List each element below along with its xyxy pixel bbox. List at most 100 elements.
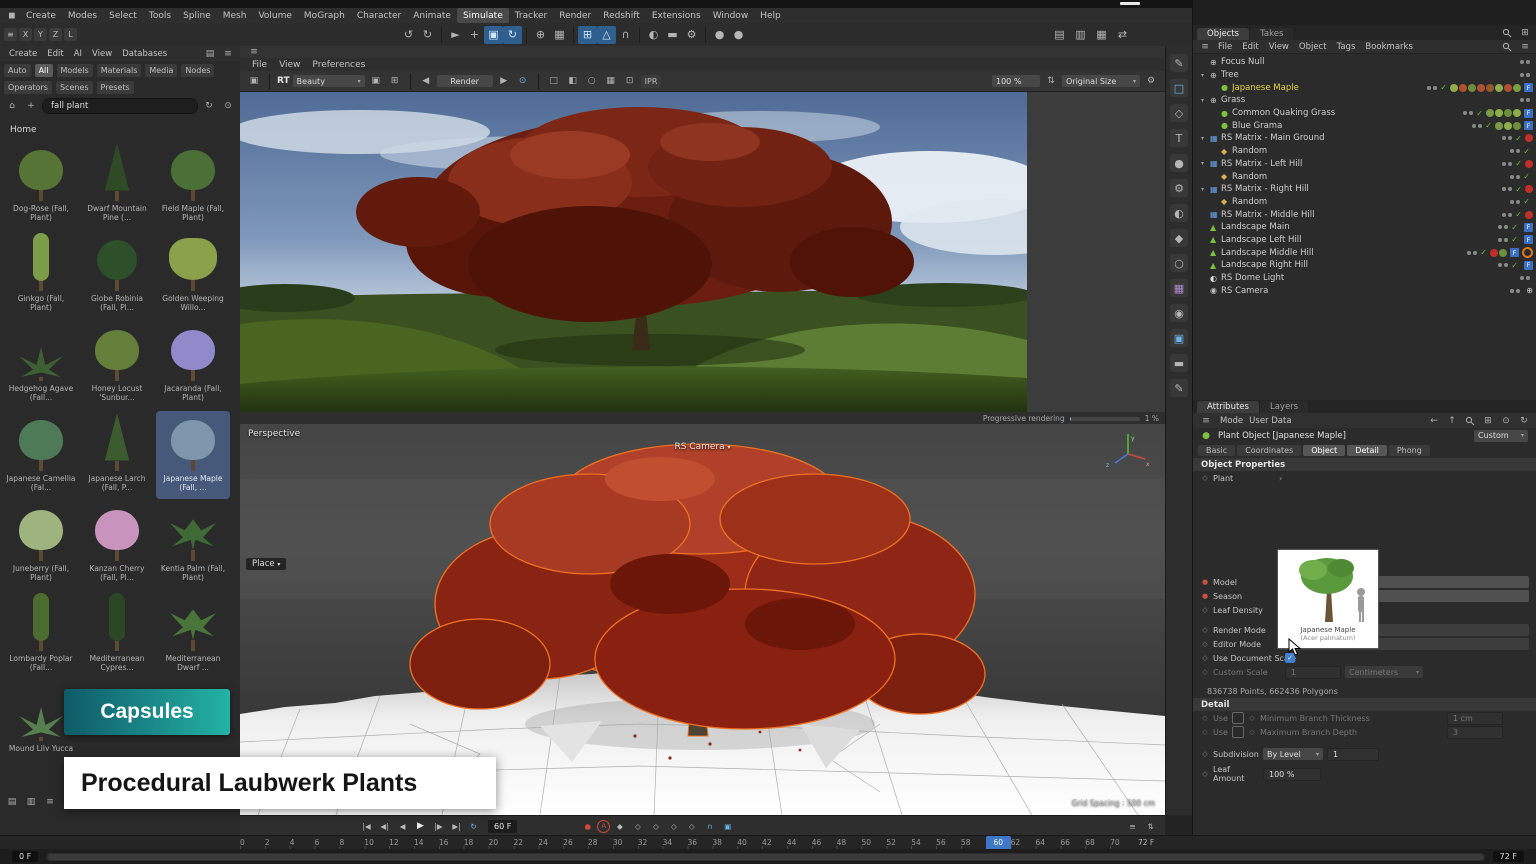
visibility-dots[interactable] — [1502, 136, 1512, 140]
object-tree-row[interactable]: ◆ Random ✓ F ⊕ — [1193, 196, 1536, 209]
field-tag-icon[interactable]: F — [1510, 248, 1519, 257]
object-tree-row[interactable]: ▾ ▦ RS Matrix - Left Hill ✓ F ⊕ — [1193, 158, 1536, 171]
menubar-item[interactable]: Create — [20, 8, 62, 23]
asset-tile[interactable]: Dog-Rose (Fall, Plant) — [4, 141, 78, 229]
snapshot-icon[interactable]: ○ — [584, 74, 600, 89]
prev-frame-icon[interactable]: ◀ — [394, 819, 411, 834]
frame-tick-label[interactable]: 10 — [364, 836, 389, 850]
objects-menu-item[interactable]: Edit — [1237, 39, 1263, 54]
breadcrumb[interactable]: Home — [0, 117, 240, 137]
frame-tick-label[interactable]: 70 — [1110, 836, 1135, 850]
next-frame-icon[interactable]: |▶ — [430, 819, 447, 834]
asset-tile[interactable]: Ginkgo (Fall, Plant) — [4, 231, 78, 319]
spline-pen-icon[interactable]: ✎ — [1170, 54, 1188, 72]
object-tree-row[interactable]: ◆ Random ✓ F ⊕ — [1193, 145, 1536, 158]
scale-record-icon[interactable]: ◇ — [647, 819, 664, 834]
tablet-pen-icon[interactable]: ✎ — [1170, 379, 1188, 397]
menubar-item[interactable]: Character — [351, 8, 407, 23]
field-icon[interactable]: ◐ — [1170, 204, 1188, 222]
position-record-icon[interactable]: ◇ — [629, 819, 646, 834]
deformer-icon[interactable]: ◆ — [1170, 229, 1188, 247]
asset-tile[interactable]: Kanzan Cherry (Fall, Pl... — [80, 501, 154, 589]
asset-menu-item[interactable]: Create — [4, 46, 42, 61]
object-tree-row[interactable]: ▾ ⊕ Grass ✓ F ⊕ — [1193, 94, 1536, 107]
menubar-item[interactable]: Help — [754, 8, 787, 23]
menubar-item[interactable]: Window — [707, 8, 755, 23]
camera-target-icon[interactable]: ⊕ — [1526, 286, 1533, 295]
frame-tick-label[interactable]: 44 — [787, 836, 812, 850]
object-tree-row[interactable]: ● Japanese Maple ✓ F ⊕ — [1193, 81, 1536, 94]
visibility-dots[interactable] — [1502, 187, 1512, 191]
workplane-icon[interactable]: ▦ — [550, 26, 569, 44]
frame-tick-label[interactable]: 38 — [712, 836, 737, 850]
menubar-item[interactable]: Animate — [407, 8, 457, 23]
objects-menu-item[interactable]: Object — [1294, 39, 1332, 54]
save-image-icon[interactable]: ▣ — [246, 74, 262, 89]
asset-tile[interactable]: Globe Robinia (Fall, Pl... — [80, 231, 154, 319]
enabled-check-icon[interactable]: ✓ — [1476, 109, 1483, 118]
footer-menu-icon[interactable]: ≡ — [42, 794, 58, 809]
frame-tick-label[interactable]: 24 — [538, 836, 563, 850]
next-snapshot-icon[interactable]: ▶ — [496, 74, 512, 89]
render-settings-icon[interactable]: ⚙ — [682, 26, 701, 44]
add-icon[interactable]: + — [23, 99, 39, 114]
frame-tick-label[interactable]: 34 — [663, 836, 688, 850]
frame-tick-label[interactable]: 36 — [687, 836, 712, 850]
object-tree-row[interactable]: ▲ Landscape Middle Hill ✓ F ⊕ — [1193, 246, 1536, 259]
frame-tick-label[interactable]: 32 — [638, 836, 663, 850]
menubar-item[interactable]: Spline — [177, 8, 217, 23]
visibility-dots[interactable] — [1510, 289, 1520, 293]
select-tool-icon[interactable]: ► — [446, 26, 465, 44]
rt-toggle[interactable]: RT — [277, 76, 290, 86]
field-tag-icon[interactable]: F — [1524, 121, 1533, 130]
compare-ab-icon[interactable]: ◧ — [565, 74, 581, 89]
up-arrow-icon[interactable]: ↑ — [1444, 413, 1460, 428]
axis-lock-button[interactable]: L — [64, 28, 77, 41]
object-tree-row[interactable]: ▦ RS Matrix - Middle Hill ✓ F ⊕ — [1193, 208, 1536, 221]
expander-caret-icon[interactable]: ▾ — [1201, 186, 1210, 193]
enabled-check-icon[interactable]: ✓ — [1511, 261, 1518, 270]
layout-load-icon[interactable]: ▥ — [1071, 26, 1090, 44]
end-frame-label[interactable]: 72 F — [1138, 838, 1154, 847]
layout-save-icon[interactable]: ▤ — [1050, 26, 1069, 44]
visibility-dots[interactable] — [1498, 263, 1508, 267]
object-tree-row[interactable]: ● Common Quaking Grass ✓ F ⊕ — [1193, 107, 1536, 120]
window-control[interactable] — [1120, 2, 1140, 5]
asset-tile[interactable]: Japanese Camellia (Fal... — [4, 411, 78, 499]
menubar-item[interactable]: Tools — [143, 8, 177, 23]
search-input[interactable] — [49, 100, 191, 112]
asset-tile[interactable]: Jacaranda (Fall, Plant) — [156, 321, 230, 409]
asset-tile[interactable]: Dwarf Mountain Pine (... — [80, 141, 154, 229]
rotation-record-icon[interactable]: ◇ — [665, 819, 682, 834]
frame-tick-label[interactable]: 20 — [489, 836, 514, 850]
undo-icon[interactable]: ↺ — [399, 26, 418, 44]
filter-tab[interactable]: Auto — [4, 64, 31, 77]
frame-tick-label[interactable]: 30 — [613, 836, 638, 850]
asset-tile[interactable]: Kentia Palm (Fall, Plant) — [156, 501, 230, 589]
asset-menu-item[interactable]: AI — [69, 46, 87, 61]
histogram-icon[interactable]: ▦ — [603, 74, 619, 89]
menubar-item[interactable]: Extensions — [646, 8, 707, 23]
menubar-item[interactable]: Render — [553, 8, 597, 23]
lock-icon[interactable]: ⊙ — [515, 74, 531, 89]
parameter-record-icon[interactable]: ◇ — [683, 819, 700, 834]
section-tab[interactable]: Basic — [1198, 445, 1235, 456]
frame-tick-label[interactable]: 18 — [464, 836, 489, 850]
sync-icon[interactable]: ⇄ — [1113, 26, 1132, 44]
preview-range-slider[interactable] — [46, 853, 1484, 861]
axis-lock-button[interactable]: Y — [34, 28, 47, 41]
menubar-item[interactable]: MoGraph — [298, 8, 351, 23]
frame-tick-label[interactable]: 26 — [563, 836, 588, 850]
object-tree-row[interactable]: ◐ RS Dome Light ✓ F ⊕ — [1193, 272, 1536, 285]
render-gear-icon[interactable]: ⚙ — [1143, 74, 1159, 89]
anim-dot[interactable]: ◇ — [1201, 750, 1209, 758]
magnet-icon[interactable]: ∩ — [701, 819, 718, 834]
render-view-icon[interactable]: ◐ — [644, 26, 663, 44]
options-icon[interactable]: ≡ — [1517, 39, 1533, 54]
layers-icon[interactable]: ≡ — [4, 28, 17, 41]
menubar-item[interactable]: Modes — [62, 8, 103, 23]
preset-select[interactable]: Custom▾ — [1474, 430, 1528, 442]
ipr-toggle[interactable]: IPR — [641, 75, 662, 88]
detail-header[interactable]: Detail — [1193, 698, 1536, 711]
subdivision-field[interactable]: 1 — [1327, 748, 1379, 761]
